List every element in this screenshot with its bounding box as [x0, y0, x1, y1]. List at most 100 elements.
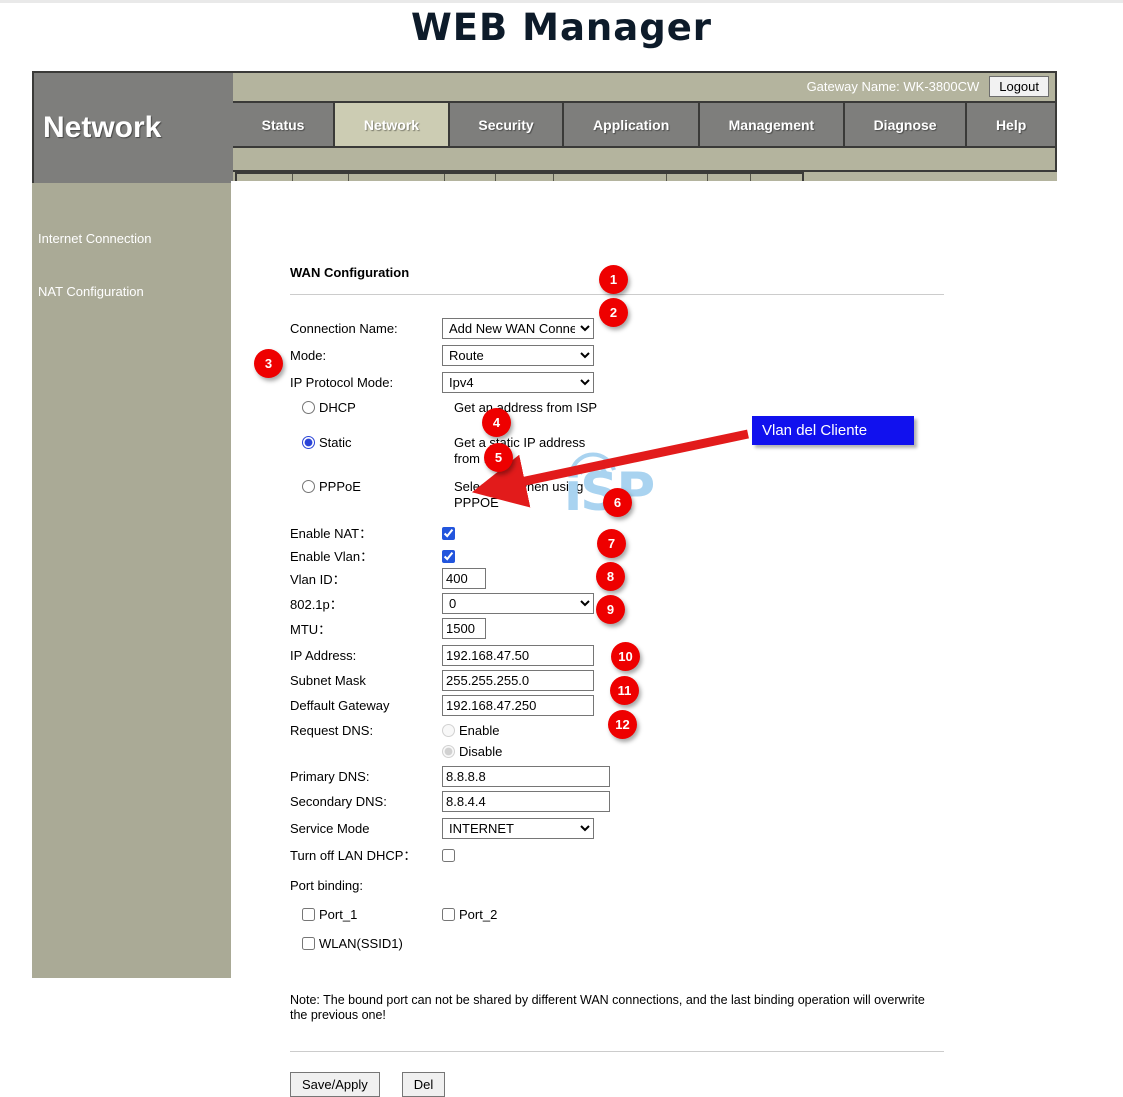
sidebar-item-label: NAT Configuration [38, 284, 144, 299]
section-heading: WAN Configuration [290, 265, 990, 280]
dot1p-control: 0 [442, 593, 594, 614]
port-binding-label: Port binding: [290, 878, 442, 893]
ip-protocol-mode-label: IP Protocol Mode: [290, 375, 442, 390]
row-vlan-id: Vlan ID： [290, 567, 990, 590]
row-dot1p: 802.1p： 0 [290, 592, 990, 615]
form-actions: Save/Apply Del [290, 1072, 990, 1097]
ip-address-label: IP Address: [290, 648, 442, 663]
row-enable-vlan: Enable Vlan： [290, 544, 990, 567]
request-dns-enable-radio[interactable] [442, 724, 455, 737]
dhcp-label: DHCP [319, 400, 356, 415]
tab-application[interactable]: Application [564, 103, 700, 146]
port-1-label: Port_1 [319, 907, 357, 922]
secondary-dns-control [442, 791, 610, 812]
ip-address-input[interactable] [442, 645, 594, 666]
sidebar-spacer [32, 254, 232, 276]
save-apply-button[interactable]: Save/Apply [290, 1072, 380, 1097]
wlan-ssid1-option[interactable]: WLAN(SSID1) [290, 936, 403, 951]
row-subnet-mask: Subnet Mask [290, 669, 990, 692]
port-2-option[interactable]: Port_2 [442, 907, 497, 922]
request-dns-enable-option[interactable]: Enable [442, 723, 502, 738]
conn-type-dhcp-option[interactable]: DHCP [290, 400, 454, 415]
enable-vlan-checkbox[interactable] [442, 550, 455, 563]
row-enable-nat: Enable NAT： [290, 521, 990, 544]
content-card: WAN Configuration Connection Name: Add N… [231, 181, 1057, 978]
wlan-ssid1-checkbox[interactable] [302, 937, 315, 950]
dot1p-label: 802.1p： [290, 594, 442, 613]
request-dns-control: Enable Disable [442, 723, 502, 759]
mode-label: Mode: [290, 348, 442, 363]
request-dns-disable-option[interactable]: Disable [442, 744, 502, 759]
vlan-id-label: Vlan ID： [290, 569, 442, 588]
tab-management[interactable]: Management [700, 103, 845, 146]
row-ip-address: IP Address: [290, 644, 990, 667]
row-default-gateway: Deffault Gateway [290, 694, 990, 717]
port-2-label: Port_2 [459, 907, 497, 922]
row-conn-type-static: Static Get a static IP address from ISP [290, 435, 990, 467]
sidebar-item-internet-connection[interactable]: Internet Connection [32, 223, 232, 254]
port-1-checkbox[interactable] [302, 908, 315, 921]
sidebar-item-nat-configuration[interactable]: NAT Configuration [32, 276, 232, 307]
page-title: WEB Manager [0, 6, 1123, 49]
port-1-option[interactable]: Port_1 [290, 907, 442, 922]
dot1p-select[interactable]: 0 [442, 593, 594, 614]
default-gateway-input[interactable] [442, 695, 594, 716]
primary-dns-input[interactable] [442, 766, 610, 787]
primary-dns-control [442, 766, 610, 787]
row-primary-dns: Primary DNS: [290, 765, 990, 788]
row-mode: Mode: Route [290, 344, 990, 367]
secondary-dns-input[interactable] [442, 791, 610, 812]
pppoe-radio[interactable] [302, 480, 315, 493]
static-description: Get a static IP address from ISP [454, 435, 604, 467]
logout-button[interactable]: Logout [989, 76, 1049, 97]
turn-off-lan-dhcp-control [442, 847, 455, 862]
del-button[interactable]: Del [402, 1072, 446, 1097]
mtu-control [442, 618, 486, 639]
tab-status[interactable]: Status [233, 103, 335, 146]
subnet-mask-input[interactable] [442, 670, 594, 691]
tab-network[interactable]: Network [335, 103, 450, 146]
wlan-ssid1-label: WLAN(SSID1) [319, 936, 403, 951]
row-conn-type-dhcp: DHCP Get an address from ISP [290, 400, 990, 423]
conn-type-static-option[interactable]: Static [290, 435, 454, 450]
tab-help[interactable]: Help [967, 103, 1055, 146]
service-mode-label: Service Mode [290, 821, 442, 836]
row-ip-protocol-mode: IP Protocol Mode: Ipv4 [290, 371, 990, 394]
gateway-row: Gateway Name: WK-3800CW Logout [807, 76, 1049, 97]
ip-protocol-mode-select[interactable]: Ipv4 [442, 372, 594, 393]
service-mode-select[interactable]: INTERNET [442, 818, 594, 839]
subnet-mask-label: Subnet Mask [290, 673, 442, 688]
row-port-binding-ports: Port_1 Port_2 [290, 903, 990, 926]
tab-diagnose[interactable]: Diagnose [845, 103, 967, 146]
dhcp-description: Get an address from ISP [454, 400, 597, 416]
row-secondary-dns: Secondary DNS: [290, 790, 990, 813]
tab-security[interactable]: Security [450, 103, 565, 146]
brand-title: Network [34, 111, 161, 145]
mtu-input[interactable] [442, 618, 486, 639]
dhcp-radio[interactable] [302, 401, 315, 414]
connection-name-control: Add New WAN Connection [442, 318, 594, 339]
static-radio[interactable] [302, 436, 315, 449]
mode-select[interactable]: Route [442, 345, 594, 366]
default-gateway-label: Deffault Gateway [290, 698, 442, 713]
conn-type-pppoe-option[interactable]: PPPoE [290, 479, 454, 494]
ip-protocol-mode-control: Ipv4 [442, 372, 594, 393]
sidebar-spacer [32, 183, 232, 223]
enable-nat-checkbox[interactable] [442, 527, 455, 540]
connection-name-select[interactable]: Add New WAN Connection [442, 318, 594, 339]
row-service-mode: Service Mode INTERNET [290, 817, 990, 840]
row-connection-name: Connection Name: Add New WAN Connection [290, 317, 990, 340]
port-2-checkbox[interactable] [442, 908, 455, 921]
section-divider [290, 294, 944, 295]
request-dns-disable-radio[interactable] [442, 745, 455, 758]
primary-dns-label: Primary DNS: [290, 769, 442, 784]
subnet-mask-control [442, 670, 594, 691]
gateway-name-label: Gateway Name: WK-3800CW [807, 79, 980, 94]
vlan-id-input[interactable] [442, 568, 486, 589]
request-dns-enable-label: Enable [459, 723, 499, 738]
vlan-id-control [442, 568, 486, 589]
connection-name-label: Connection Name: [290, 321, 442, 336]
row-port-binding-label: Port binding: [290, 874, 990, 897]
turn-off-lan-dhcp-checkbox[interactable] [442, 849, 455, 862]
sidebar: Internet Connection NAT Configuration [32, 183, 232, 978]
